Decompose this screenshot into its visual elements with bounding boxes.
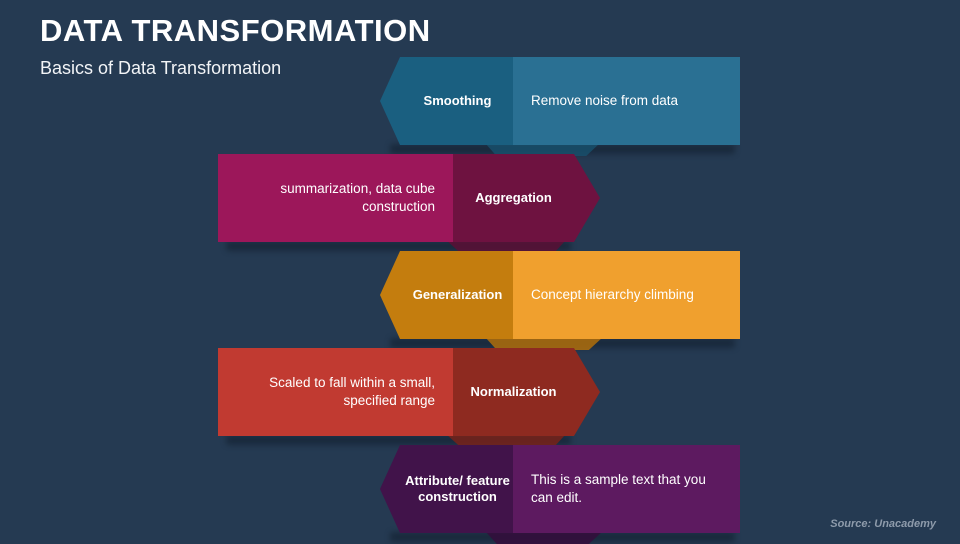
diagram-label-attribute-feature-construction[interactable]: Attribute/ feature construction — [380, 445, 513, 533]
diagram-label-text: Attribute/ feature construction — [405, 472, 510, 504]
process-diagram: Smoothing Remove noise from data summari… — [0, 0, 960, 544]
diagram-row-generalization: Generalization Concept hierarchy climbin… — [380, 251, 740, 350]
source-credit: Source: Unacademy — [830, 518, 936, 530]
diagram-description-aggregation: summarization, data cube construction — [218, 154, 453, 242]
diagram-row-normalization: Scaled to fall within a small, specified… — [218, 348, 578, 447]
diagram-label-smoothing[interactable]: Smoothing — [380, 57, 513, 145]
diagram-label-text: Generalization — [412, 286, 503, 302]
diagram-description-attribute-feature-construction: This is a sample text that you can edit. — [513, 445, 740, 533]
diagram-row-smoothing: Smoothing Remove noise from data — [380, 57, 740, 156]
diagram-description-smoothing: Remove noise from data — [513, 57, 740, 145]
diagram-label-normalization[interactable]: Normalization — [453, 348, 600, 436]
diagram-row-aggregation: summarization, data cube construction Ag… — [218, 154, 578, 253]
diagram-description-text: summarization, data cube construction — [280, 180, 435, 214]
diagram-label-generalization[interactable]: Generalization — [380, 251, 513, 339]
diagram-description-normalization: Scaled to fall within a small, specified… — [218, 348, 453, 436]
diagram-label-text: Aggregation — [475, 189, 552, 205]
diagram-label-aggregation[interactable]: Aggregation — [453, 154, 600, 242]
diagram-description-text: This is a sample text that you can edit. — [531, 471, 706, 505]
diagram-description-text: Remove noise from data — [531, 92, 679, 108]
diagram-description-generalization: Concept hierarchy climbing — [513, 251, 740, 339]
diagram-label-text: Normalization — [470, 383, 557, 399]
diagram-description-text: Scaled to fall within a small, specified… — [269, 374, 435, 408]
diagram-description-text: Concept hierarchy climbing — [531, 286, 694, 302]
diagram-label-text: Smoothing — [423, 92, 492, 108]
diagram-row-attribute-feature-construction: Attribute/ feature construction This is … — [380, 445, 740, 544]
